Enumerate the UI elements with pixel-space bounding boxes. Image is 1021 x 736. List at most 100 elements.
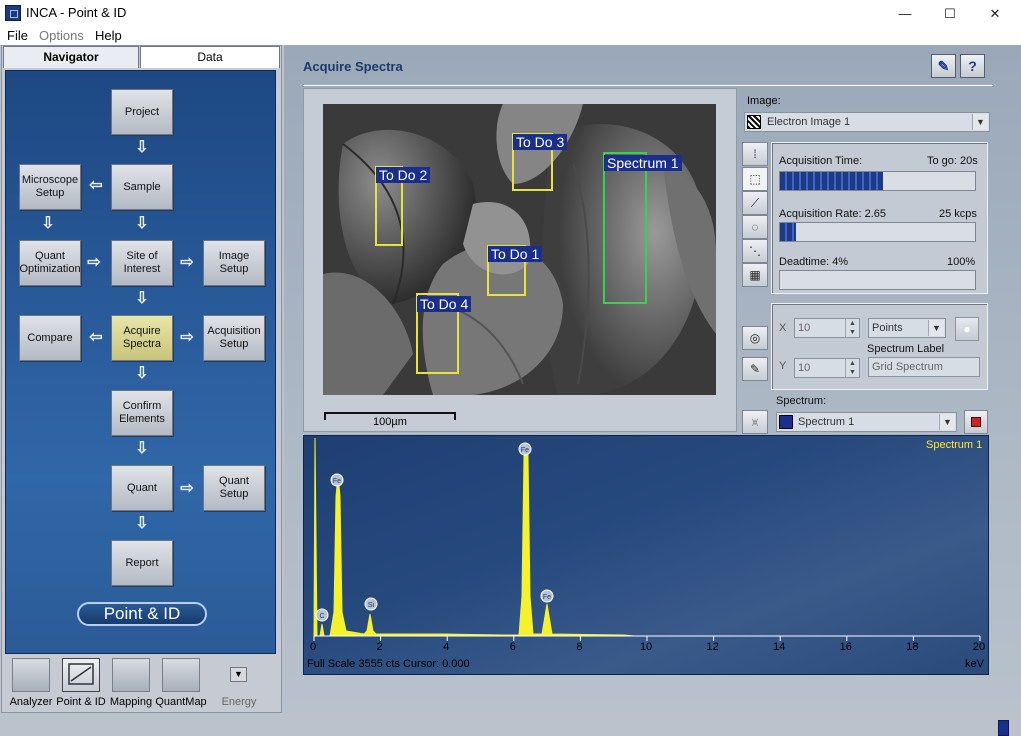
point-id-mode-button[interactable] — [62, 658, 100, 692]
menu-help[interactable]: Help — [95, 28, 122, 43]
spectrum-tick-label: 8 — [576, 641, 583, 653]
grid-x-value: 10 — [798, 322, 811, 334]
tab-data[interactable]: Data — [140, 46, 280, 68]
rectangle-tool-icon[interactable]: ⬚ — [742, 167, 768, 191]
stop-acquisition-button[interactable] — [964, 410, 988, 434]
mapping-mode-button[interactable] — [112, 658, 150, 692]
spectrum-tick-label: 10 — [639, 641, 653, 653]
chevron-down-icon: ▼ — [928, 320, 944, 336]
spectrum-unit-label: keV — [965, 658, 984, 670]
nav-image-setup-button[interactable]: Image Setup — [203, 240, 265, 286]
point-tool-icon[interactable]: ⁞ — [742, 142, 768, 166]
analyzer-mode-button[interactable] — [12, 658, 50, 692]
roi-label-todo-4: To Do 4 — [417, 296, 472, 312]
title-divider — [303, 85, 993, 86]
roi-label-todo-3: To Do 3 — [513, 134, 568, 150]
spectrum-label-input[interactable]: Grid Spectrum — [868, 357, 980, 377]
nav-project-button[interactable]: Project — [111, 89, 173, 135]
maximize-button[interactable]: ☐ — [927, 0, 973, 27]
acquisition-rate-bar — [779, 222, 976, 242]
quantmap-mode-button[interactable] — [162, 658, 200, 692]
roi-label-todo-1: To Do 1 — [488, 246, 543, 262]
spinner-arrows-icon[interactable]: ▲ ▼ — [845, 359, 859, 377]
spectrum-label-caption: Spectrum Label — [867, 343, 945, 355]
roi-box-spectrum-1[interactable] — [603, 152, 647, 304]
highlight-tool-icon[interactable]: ✎ — [742, 357, 768, 381]
nav-quant-optimization-button[interactable]: Quant Optimization — [19, 240, 81, 286]
nav-acquisition-setup-button[interactable]: Acquisition Setup — [203, 315, 265, 361]
energy-dropdown-icon[interactable]: ▼ — [230, 667, 247, 682]
spectrum-select-label: Spectrum: — [776, 395, 827, 407]
point-id-label: Point & ID — [56, 696, 106, 708]
grid-y-label: Y — [779, 360, 787, 372]
target-tool-icon[interactable]: ◎ — [742, 326, 768, 350]
nav-confirm-elements-button[interactable]: Confirm Elements — [111, 390, 173, 436]
magic-wand-icon[interactable]: ⟋ — [742, 191, 768, 215]
nav-quant-button[interactable]: Quant — [111, 465, 173, 511]
grid-y-input[interactable]: 10 ▲ ▼ — [794, 358, 860, 378]
spectrum-select-value: Spectrum 1 — [798, 416, 855, 428]
grid-mode-select[interactable]: Points ▼ — [868, 318, 946, 338]
spectrum-tick-label: 2 — [376, 641, 383, 653]
image-select-label: Image: — [747, 95, 781, 107]
arrow-right-icon: ⇨ — [180, 329, 194, 346]
spectrum-caption: Spectrum 1 — [926, 439, 983, 451]
scale-bar-label: 100µm — [373, 416, 407, 428]
electron-image[interactable]: To Do 2 To Do 3 Spectrum 1 To Do 1 To Do… — [323, 104, 716, 395]
comment-button[interactable]: ✎ — [931, 54, 956, 78]
app-icon[interactable] — [5, 5, 21, 21]
line-tool-icon[interactable]: ⋱ — [742, 239, 768, 263]
spectrum-tick-label: 14 — [773, 641, 786, 653]
deadtime-bar — [779, 270, 976, 290]
peak-label-c: C — [319, 613, 324, 620]
image-select[interactable]: Electron Image 1 ▼ — [744, 112, 990, 132]
help-button[interactable]: ? — [960, 54, 985, 78]
roi-label-todo-2: To Do 2 — [376, 167, 431, 183]
point-id-icon — [68, 663, 94, 685]
nav-site-of-interest-button[interactable]: Site of Interest — [111, 240, 173, 286]
peak-label-tool-icon[interactable]: ⩙ — [742, 410, 768, 434]
acquisition-time-bar — [779, 171, 976, 191]
arrow-down-icon: ⇩ — [135, 440, 149, 457]
arrow-down-icon: ⇩ — [135, 139, 149, 156]
nav-sample-button[interactable]: Sample — [111, 164, 173, 210]
nav-report-button[interactable]: Report — [111, 540, 173, 586]
spectrum-display[interactable]: C Fe Si Fe Fe — [303, 435, 989, 675]
grid-tool-icon[interactable]: ▦ — [742, 263, 768, 287]
minimize-button[interactable]: — — [882, 0, 928, 27]
arrow-down-icon: ⇩ — [135, 290, 149, 307]
menu-file[interactable]: File — [7, 28, 28, 43]
freehand-tool-icon[interactable]: ◌ — [742, 215, 768, 239]
spectrum-footer: Full Scale 3555 cts Cursor: 0.000 — [307, 658, 470, 670]
arrow-left-icon: ⇦ — [89, 177, 103, 194]
spectrum-tick-label: 20 — [972, 641, 986, 653]
quantmap-label: QuantMap — [155, 696, 207, 708]
menu-options[interactable]: Options — [39, 28, 84, 43]
nav-microscope-setup-button[interactable]: Microscope Setup — [19, 164, 81, 210]
energy-label: Energy — [221, 696, 257, 708]
acquisition-time-fill — [780, 172, 884, 190]
menu-bar — [0, 27, 1021, 45]
nav-quant-setup-button[interactable]: Quant Setup — [203, 465, 265, 511]
acquisition-rate-label: Acquisition Rate: 2.65 — [779, 208, 887, 220]
spinner-arrows-icon[interactable]: ▲ ▼ — [845, 319, 859, 337]
acquisition-rate-max: 25 kcps — [939, 208, 977, 220]
spectrum-select[interactable]: Spectrum 1 ▼ — [776, 412, 957, 432]
grid-x-label: X — [779, 322, 787, 334]
nav-acquire-spectra-button[interactable]: Acquire Spectra — [111, 315, 173, 361]
spectrum-tick-label: 12 — [706, 641, 719, 653]
spectrum-tick-label: 4 — [443, 641, 450, 653]
arrow-right-icon: ⇨ — [180, 480, 194, 497]
arrow-right-icon: ⇨ — [180, 254, 194, 271]
peak-label-fe-kb: Fe — [543, 594, 551, 601]
deadtime-label: Deadtime: 4% — [779, 256, 849, 268]
image-icon — [747, 115, 761, 129]
nav-compare-button[interactable]: Compare — [19, 315, 81, 361]
spectrum-plot: C Fe Si Fe Fe — [313, 437, 981, 641]
image-select-value: Electron Image 1 — [767, 116, 851, 128]
status-bar — [0, 713, 1021, 736]
grid-x-input[interactable]: 10 ▲ ▼ — [794, 318, 860, 338]
apply-grid-button[interactable]: ● — [955, 317, 979, 341]
close-button[interactable]: ✕ — [972, 0, 1018, 27]
tab-navigator[interactable]: Navigator — [3, 46, 139, 68]
